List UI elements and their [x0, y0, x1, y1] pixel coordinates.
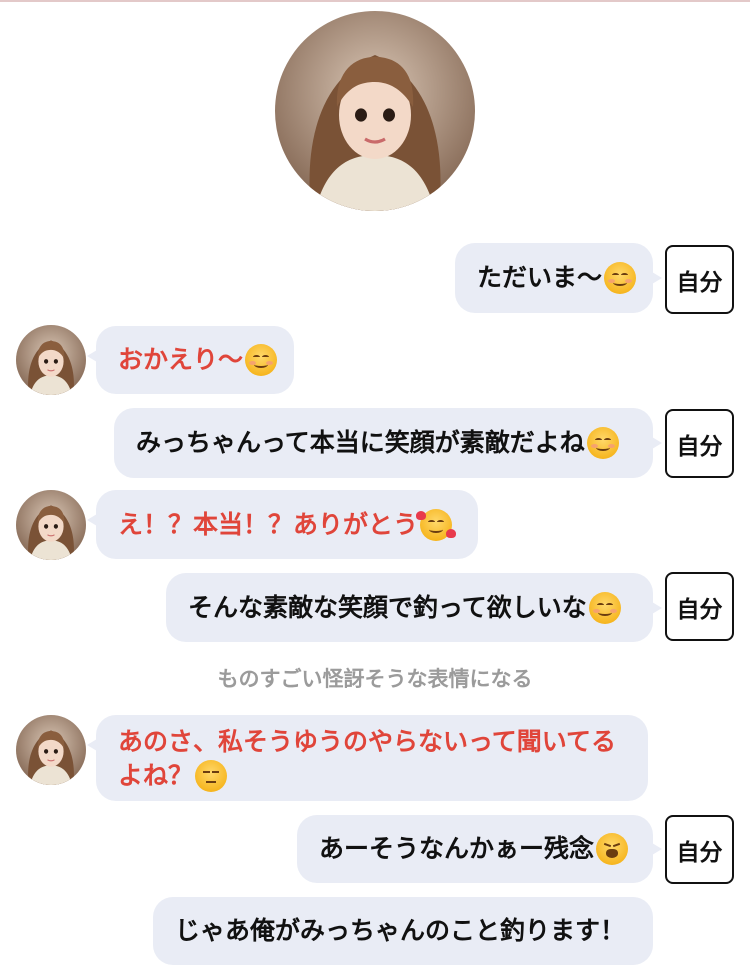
smile-emoji-icon	[604, 262, 637, 294]
message-text: ただいま〜	[477, 263, 603, 292]
partner-profile-photo	[275, 11, 475, 211]
bubble-tail	[87, 739, 97, 751]
weary-face-icon	[596, 833, 629, 865]
narration-text: ものすごい怪訝そうな表情になる	[217, 667, 533, 691]
unamused-face-icon	[195, 760, 228, 792]
self-message-bubble: じゃあ俺がみっちゃんのこと釣ります！	[153, 897, 653, 965]
self-message-bubble: ただいま〜	[455, 243, 662, 313]
message-text: おかえり〜	[118, 345, 244, 374]
smiling-face-with-hearts-icon	[416, 508, 457, 541]
smile-emoji-icon	[245, 344, 278, 376]
self-label: 自分	[665, 572, 734, 641]
top-divider	[0, 0, 750, 2]
smile-emoji-icon	[588, 591, 621, 624]
partner-avatar	[16, 490, 86, 560]
partner-message-bubble: あのさ、私そうゆうのやらないって聞いてる よね？	[87, 715, 648, 801]
partner-avatar	[16, 715, 86, 785]
bubble-tail	[87, 514, 97, 526]
message-text-line-1: あのさ、私そうゆうのやらないって聞いてる	[118, 727, 617, 756]
self-message-bubble: そんな素敵な笑顔で釣って欲しいな	[166, 573, 662, 642]
bubble-tail	[652, 437, 662, 449]
self-label: 自分	[665, 409, 734, 478]
message-text: そんな素敵な笑顔で釣って欲しいな	[188, 592, 587, 622]
message-text: みっちゃんって本当に笑顔が素敵だよね	[136, 428, 585, 457]
partner-message-bubble: え！？本当！？ありがとう	[87, 490, 478, 559]
self-label: 自分	[665, 245, 734, 314]
message-text-line-2: よね？	[118, 761, 194, 790]
bubble-tail	[652, 272, 662, 284]
message-text: え！？本当！？ありがとう	[118, 509, 419, 539]
partner-message-bubble: おかえり〜	[87, 326, 294, 394]
self-message-bubble: みっちゃんって本当に笑顔が素敵だよね	[114, 408, 662, 478]
bubble-tail	[652, 601, 662, 614]
message-text: あーそうなんかぁー残念	[319, 834, 595, 863]
self-label: 自分	[665, 815, 734, 884]
bubble-tail	[652, 843, 662, 855]
bubble-tail	[87, 350, 97, 362]
partner-avatar	[16, 325, 86, 395]
smile-emoji-icon	[586, 427, 619, 459]
message-text: じゃあ俺がみっちゃんのこと釣ります！	[175, 916, 626, 945]
message-line-2: よね？	[118, 759, 228, 793]
self-message-bubble: あーそうなんかぁー残念	[297, 815, 662, 883]
